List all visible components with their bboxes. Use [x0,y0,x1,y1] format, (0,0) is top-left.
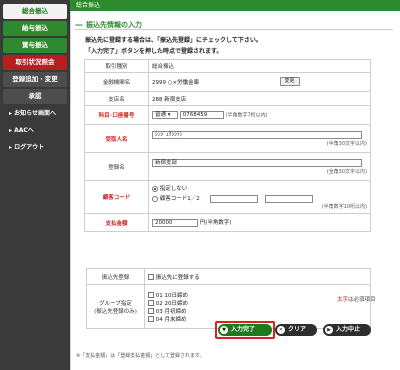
group-option-label: 02 20日締め [155,300,188,307]
radio[interactable] [152,195,158,202]
abort-label: 入力中止 [336,326,361,333]
value-branch: 288 新宿支店 [148,91,371,106]
account-hint: (半角数字7桁以内) [225,112,268,119]
recipient-input[interactable]: ｼﾝｼﾞｭｸｼｼﾃﾝ [152,130,362,139]
label-amount: 支払金額 [84,213,149,232]
label-bank: 金融機関名 [84,72,149,92]
customer-code-cell: 指定しない 顧客コード1／2 (半角数字10桁以内) [148,180,371,214]
option-label: 指定しない [159,186,188,193]
group-option-label: 04 月末締め [155,316,187,323]
value-bank-cell: 2999 ○×労働金庫 変更 [148,72,371,92]
group-option[interactable]: 03 月初締め [148,307,367,315]
group-option[interactable]: 01 10日締め [148,291,367,299]
reg-name-input[interactable]: 新宿支部 [152,158,362,167]
chevron-right-icon: ▶ [325,326,333,334]
value-kind: 総合振込 [148,59,371,73]
customer-code-option-none[interactable]: 指定しない [152,184,367,192]
radio-selected[interactable] [152,185,158,192]
sidebar: 総合振込 給与振込 賞与振込 取引状況照会 登録追加・変更 承認 ▸ お知らせ画… [0,0,70,370]
sidebar-item-aac[interactable]: ▸ AACへ [3,123,67,138]
sidebar-item-label: AACへ [14,127,34,134]
clear-button[interactable]: ✕ クリア [275,324,317,336]
group-checkbox[interactable] [148,300,154,306]
section-title-text: 振込先情報の入力 [86,21,142,29]
amount-input[interactable]: 20000 [152,218,198,227]
group-checkbox[interactable] [148,316,154,322]
complete-label: 入力完了 [231,326,256,333]
recipient-hint: (半角30文字以内) [326,140,367,147]
label-account: 科目･口座番号 [84,105,149,125]
register-checkbox[interactable] [148,274,154,280]
group-label-1: グループ指定 [99,300,132,307]
reg-name-cell: 新宿支部 (全角30文字以内) [148,152,371,181]
sidebar-item-salary-transfer[interactable]: 給与振込 [3,21,67,36]
instruction-line: 振込先に登録する場合は、「振込先登録」にチェックして下さい。 [85,37,262,44]
value-bank: 2999 ○×労働金庫 [152,80,200,86]
customer-code-option-code[interactable]: 顧客コード1／2 [152,194,367,203]
group-option-label: 01 10日締め [155,292,188,299]
change-bank-button[interactable]: 変更 [279,77,300,86]
register-cell: 振込先に登録する [144,268,371,285]
recipient-cell: ｼﾝｼﾞｭｸｼｼﾃﾝ (半角30文字以内) [148,124,371,153]
section-title: — 振込先情報の入力 [75,19,393,30]
customer-code1-input[interactable] [209,194,258,203]
abort-button[interactable]: ▶ 入力中止 [323,324,371,336]
group-checkbox[interactable] [148,292,154,298]
sidebar-item-approval[interactable]: 承認 [3,89,67,104]
header-title: 総合振込 [76,2,101,9]
footnote: ※「支払金額」は「登録支払金額」として登録されます。 [76,353,205,359]
chevron-down-icon: ▾ [167,112,171,118]
close-icon: ✕ [277,326,285,334]
page-header: 総合振込 [70,0,400,11]
chevron-down-icon: ▼ [220,326,228,334]
registration-table: 振込先登録 振込先に登録する グループ指定 (振込先登録のみ) 01 10日締め… [86,268,371,329]
reg-name-hint: (全角30文字以内) [326,168,367,175]
section-marker-icon: — [75,20,83,29]
sidebar-item-general-transfer[interactable]: 総合振込 [3,4,67,19]
option-label: 顧客コード1／2 [159,196,200,203]
register-checkbox-label: 振込先に登録する [155,274,200,281]
account-cell: 普通 ▾ 0768459 (半角数字7桁以内) [148,105,371,125]
label-recipient: 受取人名 [84,124,149,153]
sidebar-item-registration[interactable]: 登録追加・変更 [3,72,67,87]
group-option[interactable]: 02 20日締め [148,299,367,307]
payee-form: 取引種別 総合振込 金融機関名 2999 ○×労働金庫 変更 支店名 288 新… [84,59,371,232]
clear-label: クリア [288,326,307,333]
account-type-select[interactable]: 普通 ▾ [152,111,178,119]
sidebar-item-logout[interactable]: ▸ ログアウト [3,140,67,155]
amount-unit: 円(半角数字) [199,220,232,227]
complete-button[interactable]: ▼ 入力完了 [218,324,272,336]
customer-code2-input[interactable] [265,194,314,203]
sidebar-item-bonus-transfer[interactable]: 賞与振込 [3,38,67,53]
group-option-label: 03 月初締め [155,308,187,315]
group-label-2: (振込先登録のみ) [94,308,137,315]
sidebar-item-label: お知らせ画面へ [14,110,56,117]
sidebar-item-label: ログアウト [14,144,45,151]
label-register: 振込先登録 [86,268,145,285]
label-branch: 支店名 [84,91,149,106]
label-customer-code: 顧客コード [84,180,149,214]
label-group: グループ指定 (振込先登録のみ) [86,284,145,329]
instruction-line: 「入力完了」ボタンを押した時点で登録されます。 [85,48,223,55]
group-checkbox[interactable] [148,308,154,314]
label-kind: 取引種別 [84,59,149,73]
sidebar-item-transaction-inquiry[interactable]: 取引状況照会 [3,55,67,70]
account-type-value: 普通 [155,112,167,118]
sidebar-item-notices[interactable]: ▸ お知らせ画面へ [3,106,67,121]
customer-code-hint: (半角数字10桁以内) [321,203,367,210]
label-reg-name: 登録名 [84,152,149,181]
amount-cell: 20000 円(半角数字) [148,213,371,232]
account-number-input[interactable]: 0768459 [179,111,224,119]
instructions: 振込先に登録する場合は、「振込先登録」にチェックして下さい。 「入力完了」ボタン… [85,35,262,57]
